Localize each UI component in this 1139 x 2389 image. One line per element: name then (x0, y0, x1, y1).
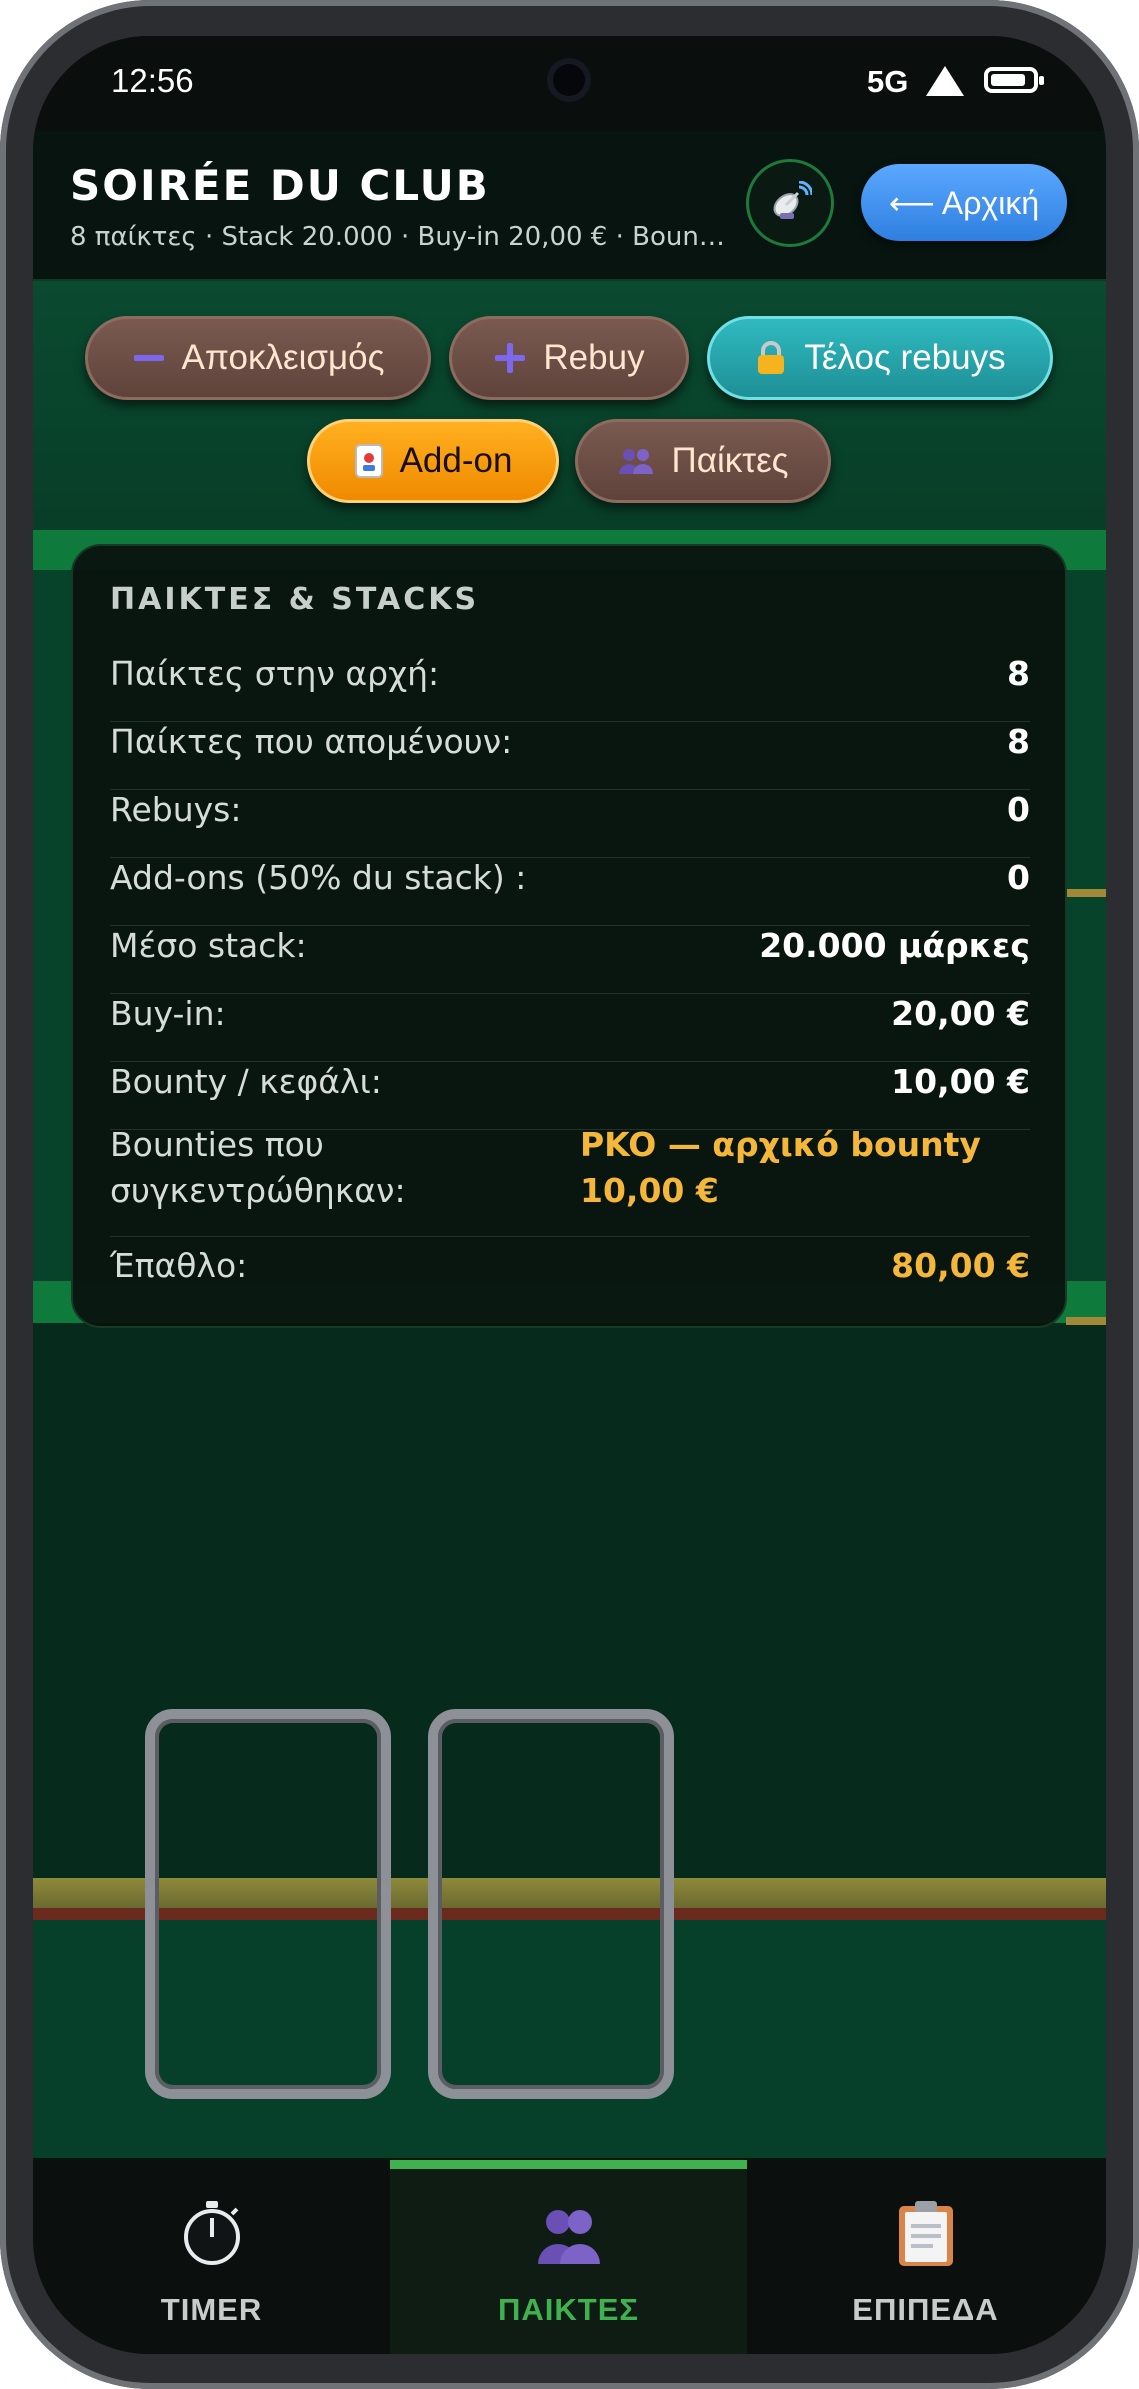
decor-line (1066, 1317, 1106, 1325)
players-label: Παίκτες (671, 441, 789, 480)
addon-label: Add-on (399, 441, 513, 480)
stat-row: Add-ons (50% du stack) : 0 (110, 858, 1030, 926)
stat-label: Bounties που συγκεντρώθηκαν: (110, 1125, 406, 1210)
stat-label: Buy-in: (110, 994, 226, 1033)
stat-label: Μέσο stack: (110, 926, 307, 965)
stat-label: Έπαθλο: (110, 1246, 248, 1285)
card-slot (428, 1709, 674, 2099)
rebuy-button[interactable]: Rebuy (449, 316, 689, 400)
stat-value: PKO — αρχικό bounty 10,00 € (580, 1125, 981, 1210)
satellite-antenna-icon (773, 181, 812, 219)
stat-label: Παίκτες που απομένουν: (110, 722, 513, 761)
stat-value: 10,00 € (891, 1062, 1030, 1101)
app-screen: 12:56 5G SOIRÉE DU CLUB 8 παίκτες · Stac… (33, 36, 1106, 2354)
stat-row: Bounty / κεφάλι: 10,00 € (110, 1062, 1030, 1130)
stat-value: 0 (1007, 790, 1030, 829)
stat-row: Μέσο stack: 20.000 μάρκες (110, 926, 1030, 994)
active-tab-indicator (390, 2160, 747, 2169)
stat-value: 0 (1007, 858, 1030, 897)
players-icon (617, 446, 655, 476)
phone-frame: 12:56 5G SOIRÉE DU CLUB 8 παίκτες · Stac… (0, 0, 1139, 2389)
players-button[interactable]: Παίκτες (575, 419, 831, 503)
signal-icon (926, 66, 964, 96)
stat-value: 80,00 € (891, 1246, 1030, 1285)
end-rebuys-label: Τέλος rebuys (804, 338, 1006, 377)
stat-row: Έπαθλο: 80,00 € (110, 1246, 1030, 1306)
tab-label: ΕΠΙΠΕΔΑ (852, 2292, 999, 2327)
joker-card-icon (354, 443, 384, 479)
plus-icon (493, 341, 527, 375)
eliminate-button[interactable]: Αποκλεισμός (85, 316, 431, 400)
eliminate-label: Αποκλεισμός (181, 338, 385, 377)
card-slot (145, 1709, 391, 2099)
status-bar: 12:56 5G (33, 36, 1106, 131)
stat-row: Παίκτες που απομένουν: 8 (110, 722, 1030, 790)
stat-row: Bounties που συγκεντρώθηκαν: PKO — αρχικ… (110, 1122, 1030, 1237)
players-stacks-card: ΠΑΙΚΤΕΣ & STACKS Παίκτες στην αρχή: 8 Πα… (71, 544, 1067, 1328)
stat-label: Bounty / κεφάλι: (110, 1062, 382, 1101)
tab-levels[interactable]: ΕΠΙΠΕΔΑ (747, 2160, 1104, 2354)
stopwatch-icon (183, 2201, 240, 2265)
tab-label: ΠΑΙΚΤΕΣ (498, 2292, 639, 2327)
home-button[interactable]: ⟵ Αρχική (861, 164, 1067, 241)
players-icon (537, 2210, 600, 2264)
stat-value: 8 (1007, 654, 1030, 693)
stat-label: Παίκτες στην αρχή: (110, 654, 440, 693)
bottom-nav: TIMER ΠΑΙΚΤΕΣ ΕΠΙΠΕΔΑ (33, 2160, 1106, 2354)
front-camera (547, 58, 591, 102)
stat-label: Rebuys: (110, 790, 242, 829)
tournament-summary: 8 παίκτες · Stack 20.000 · Buy-in 20,00 … (70, 222, 730, 252)
addon-button[interactable]: Add-on (307, 419, 559, 503)
stat-value: 20.000 μάρκες (759, 926, 1030, 965)
app-header: SOIRÉE DU CLUB 8 παίκτες · Stack 20.000 … (33, 131, 1106, 281)
end-rebuys-button[interactable]: Τέλος rebuys (707, 316, 1053, 400)
clipboard-icon (898, 2201, 953, 2266)
minus-icon (132, 341, 166, 375)
cast-button[interactable] (746, 159, 834, 247)
decor-line (1066, 889, 1106, 897)
lock-icon (754, 340, 788, 376)
page-title: SOIRÉE DU CLUB (70, 161, 490, 210)
rebuy-label: Rebuy (543, 338, 645, 377)
stat-row: Rebuys: 0 (110, 790, 1030, 858)
card-title: ΠΑΙΚΤΕΣ & STACKS (110, 582, 480, 617)
tab-timer[interactable]: TIMER (33, 2160, 390, 2354)
stat-label: Add-ons (50% du stack) : (110, 858, 527, 897)
network-label: 5G (867, 64, 909, 99)
tab-players[interactable]: ΠΑΙΚΤΕΣ (390, 2160, 747, 2354)
stat-value: 20,00 € (891, 994, 1030, 1033)
status-time: 12:56 (111, 62, 194, 99)
stat-row: Παίκτες στην αρχή: 8 (110, 654, 1030, 722)
stat-row: Buy-in: 20,00 € (110, 994, 1030, 1062)
battery-icon (984, 67, 1044, 93)
tab-label: TIMER (160, 2292, 263, 2327)
stat-value: 8 (1007, 722, 1030, 761)
